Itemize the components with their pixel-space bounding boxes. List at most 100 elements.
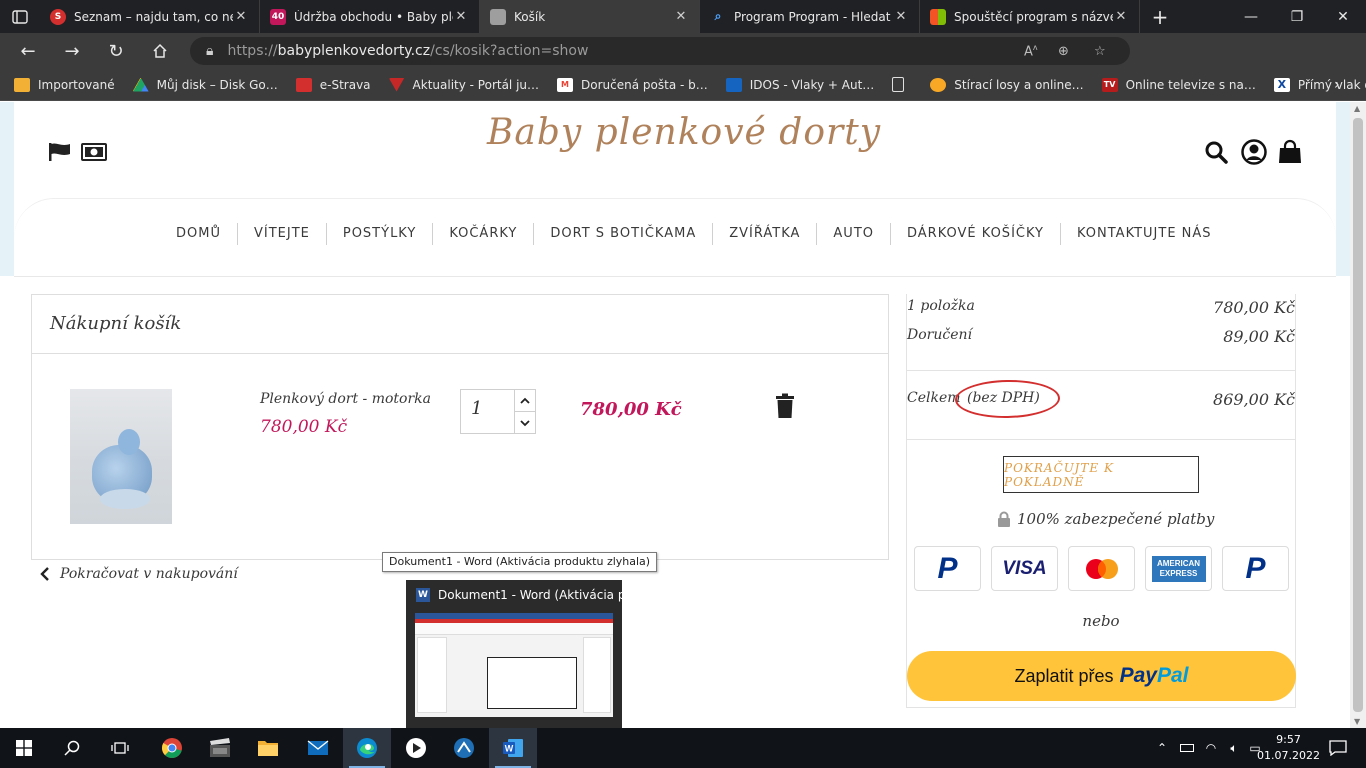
close-tab-icon[interactable]: ✕ bbox=[233, 9, 249, 24]
show-hidden-icons-button[interactable]: ⌃ bbox=[1152, 728, 1172, 768]
network-button[interactable]: ◠ bbox=[1200, 728, 1222, 768]
bookmark-idos[interactable]: IDOS - Vlaky + Aut… bbox=[725, 77, 874, 92]
mail-taskbar-button[interactable] bbox=[294, 728, 342, 768]
nav-welcome[interactable]: Vítejte bbox=[238, 223, 327, 245]
reload-button[interactable]: ↻ bbox=[94, 33, 138, 69]
word-window-preview[interactable]: W Dokument1 - Word (Aktivácia p... bbox=[406, 580, 637, 728]
favorites-bar: Importované Můj disk – Disk Go… e-Strava… bbox=[0, 69, 1366, 101]
home-button[interactable] bbox=[138, 33, 182, 69]
x-logo-icon: X bbox=[1273, 77, 1290, 92]
browser-tab-seznam[interactable]: S Seznam – najdu tam, co nezn… ✕ bbox=[40, 0, 260, 33]
minimize-button[interactable]: — bbox=[1228, 0, 1274, 33]
scroll-down-icon[interactable]: ▼ bbox=[1354, 717, 1360, 726]
speaker-icon: 🔈︎ bbox=[1230, 740, 1238, 755]
search-icon bbox=[64, 740, 80, 756]
bookmark-online-tv[interactable]: TV Online televize s na… bbox=[1101, 77, 1256, 92]
read-aloud-icon[interactable]: Aʌ bbox=[1024, 43, 1038, 59]
preview-side-pane bbox=[583, 637, 611, 713]
page-scrollbar[interactable]: ▲ ▼ bbox=[1350, 102, 1366, 728]
remove-item-button[interactable] bbox=[774, 393, 796, 419]
app-taskbar-button[interactable] bbox=[440, 728, 488, 768]
bookmark-vlak[interactable]: X Přímý vlak do Chor… bbox=[1273, 77, 1366, 92]
bookmark-estrava[interactable]: e-Strava bbox=[295, 77, 371, 92]
tab-strip: S Seznam – najdu tam, co nezn… ✕ 40 Údrž… bbox=[0, 0, 1366, 33]
nav-cake-with-shoes[interactable]: Dort s botičkama bbox=[534, 223, 714, 245]
more-bookmarks-chevron-icon[interactable]: › bbox=[1334, 77, 1340, 93]
bookmark-imported[interactable]: Importované bbox=[14, 77, 115, 92]
visa-card: VISA bbox=[991, 546, 1058, 591]
new-tab-button[interactable]: + bbox=[1140, 0, 1180, 33]
browser-tab-search[interactable]: ⌕ Program Program - Hledat ✕ bbox=[700, 0, 920, 33]
tab-title: Program Program - Hledat bbox=[734, 9, 891, 24]
product-name-link[interactable]: Plenkový dort - motorka bbox=[260, 391, 431, 407]
close-tab-icon[interactable]: ✕ bbox=[1113, 9, 1129, 24]
bookmark-label: Importované bbox=[38, 77, 115, 92]
browser-tab-startup-program[interactable]: Spouštěcí program s názvem… ✕ bbox=[920, 0, 1140, 33]
start-button[interactable] bbox=[0, 728, 48, 768]
zoom-icon[interactable]: ⊕ bbox=[1058, 44, 1069, 59]
browser-tab-cart[interactable]: Košík ✕ bbox=[480, 0, 700, 33]
quantity-input[interactable]: 1 bbox=[460, 389, 516, 434]
bookmark-google-drive[interactable]: Můj disk – Disk Go… bbox=[132, 77, 278, 92]
microsoft-favicon-icon bbox=[930, 8, 946, 25]
paypal-checkout-button[interactable]: Zaplatit přes Pay Pal bbox=[907, 651, 1296, 701]
cart-button[interactable] bbox=[1276, 138, 1304, 166]
battery-button[interactable] bbox=[1176, 728, 1198, 768]
language-flag-button[interactable] bbox=[46, 138, 74, 166]
close-tab-icon[interactable]: ✕ bbox=[453, 9, 469, 24]
lottery-icon bbox=[930, 77, 947, 92]
nav-strollers[interactable]: Kočárky bbox=[433, 223, 535, 245]
clock-date: 01.07.2022 bbox=[1257, 749, 1320, 762]
items-count-label: 1 položka bbox=[907, 298, 975, 314]
nav-car[interactable]: Auto bbox=[817, 223, 891, 245]
close-tab-icon[interactable]: ✕ bbox=[673, 9, 689, 24]
quantity-increase-button[interactable] bbox=[514, 389, 536, 412]
forward-button[interactable]: → bbox=[50, 33, 94, 69]
shopping-cart-panel: Nákupní košík Plenkový dort - motorka 78… bbox=[31, 294, 889, 560]
chrome-taskbar-button[interactable] bbox=[148, 728, 196, 768]
search-button[interactable] bbox=[1202, 138, 1230, 166]
bookmark-losy[interactable]: Stírací losy a online… bbox=[930, 77, 1084, 92]
close-tab-icon[interactable]: ✕ bbox=[893, 9, 909, 24]
nav-home[interactable]: Domů bbox=[160, 223, 238, 245]
system-clock[interactable]: 9:57 01.07.2022 bbox=[1257, 732, 1320, 764]
back-button[interactable]: ← bbox=[6, 33, 50, 69]
media-player-taskbar-button[interactable] bbox=[392, 728, 440, 768]
windows-taskbar: W ⌃ ◠ 🔈︎ ▭ 9:57 01.07.2022 bbox=[0, 728, 1366, 768]
task-view-button[interactable] bbox=[96, 728, 144, 768]
word-taskbar-button[interactable]: W bbox=[489, 728, 537, 768]
padlock-icon bbox=[998, 511, 1010, 527]
volume-button[interactable]: 🔈︎ bbox=[1222, 728, 1246, 768]
bookmark-page[interactable] bbox=[892, 77, 912, 92]
bookmark-gmail[interactable]: M Doručená pošta - b… bbox=[557, 77, 708, 92]
close-window-button[interactable]: ✕ bbox=[1320, 0, 1366, 33]
currency-button[interactable] bbox=[80, 138, 108, 166]
site-logo[interactable]: Baby plenkové dorty bbox=[484, 112, 884, 153]
chevron-left-icon bbox=[40, 567, 49, 581]
taskbar-search-button[interactable] bbox=[48, 728, 96, 768]
quantity-decrease-button[interactable] bbox=[514, 411, 536, 434]
continue-shopping-link[interactable]: Pokračovat v nakupování bbox=[40, 566, 238, 582]
scrollbar-thumb[interactable] bbox=[1353, 118, 1363, 712]
nav-contact[interactable]: Kontaktujte nás bbox=[1061, 223, 1228, 245]
nav-gift-baskets[interactable]: Dárkové košíčky bbox=[891, 223, 1061, 245]
tab-title: Seznam – najdu tam, co nezn… bbox=[74, 9, 233, 24]
product-image[interactable] bbox=[70, 389, 172, 524]
nav-cribs[interactable]: Postýlky bbox=[327, 223, 434, 245]
restore-icon: ❐ bbox=[1290, 8, 1304, 25]
restore-button[interactable]: ❐ bbox=[1274, 0, 1320, 33]
word-icon: W bbox=[503, 739, 523, 757]
bookmark-aktuality[interactable]: Aktuality - Portál ju… bbox=[388, 77, 539, 92]
checkout-button[interactable]: Pokračujte k pokladně bbox=[1003, 456, 1199, 493]
notifications-button[interactable] bbox=[1318, 728, 1358, 768]
edge-taskbar-button[interactable] bbox=[343, 728, 391, 768]
file-explorer-taskbar-button[interactable] bbox=[244, 728, 292, 768]
tab-actions-button[interactable] bbox=[0, 0, 40, 33]
favorite-star-icon[interactable]: ☆ bbox=[1094, 44, 1106, 59]
url-field[interactable]: 🔒︎ https:// babyplenkovedorty.cz /cs/kos… bbox=[190, 37, 1130, 65]
scroll-up-icon[interactable]: ▲ bbox=[1354, 104, 1360, 113]
browser-tab-shop-admin[interactable]: 40 Údržba obchodu • Baby plen… ✕ bbox=[260, 0, 480, 33]
video-editor-taskbar-button[interactable] bbox=[196, 728, 244, 768]
account-button[interactable] bbox=[1240, 138, 1268, 166]
nav-animals[interactable]: Zvířátka bbox=[713, 223, 818, 245]
